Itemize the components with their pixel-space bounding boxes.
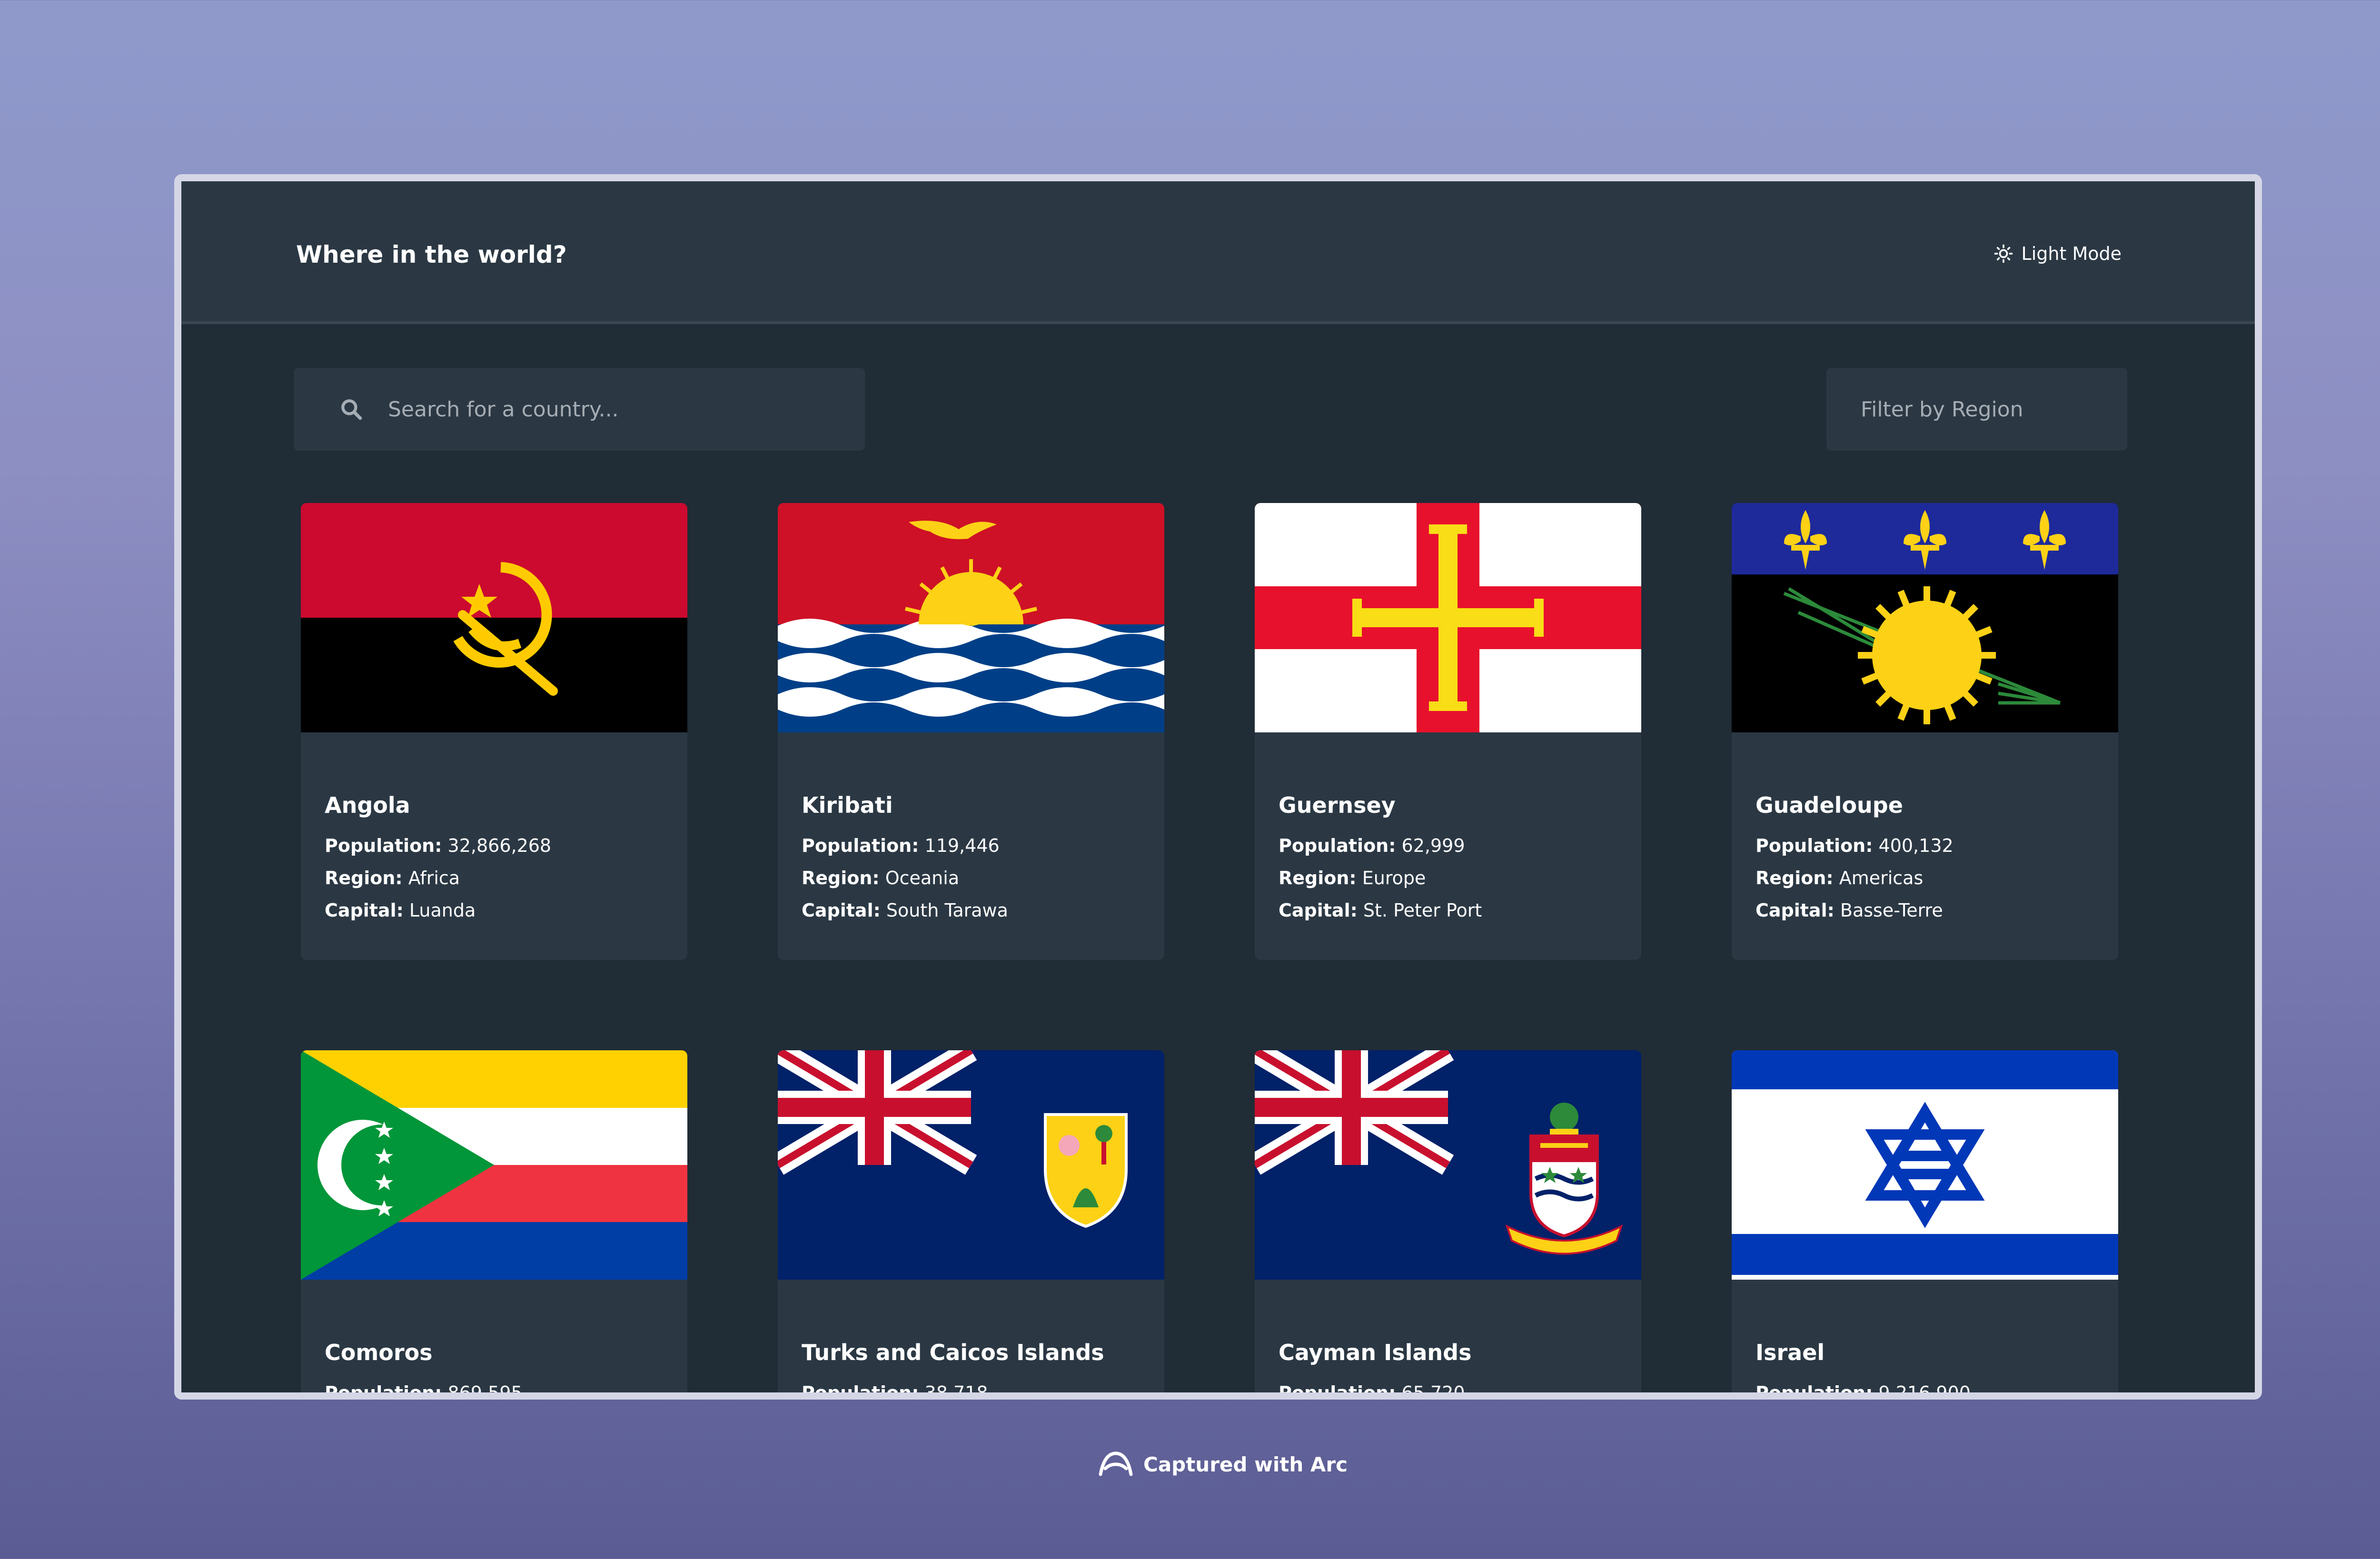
comoros-flag-icon (301, 1050, 687, 1280)
arc-logo-icon (1099, 1451, 1133, 1476)
country-card[interactable]: Angola Population: 32,866,268 Region: Af… (301, 503, 687, 960)
population-row: Population: 65,720 (1279, 1382, 1465, 1400)
country-card[interactable]: Kiribati Population: 119,446 Region: Oce… (778, 503, 1164, 960)
israel-flag-icon (1732, 1050, 2118, 1280)
search-box[interactable] (294, 368, 865, 451)
turks-caicos-flag-icon (778, 1050, 1164, 1280)
card-details: Guadeloupe Population: 400,132 Region: A… (1755, 792, 1954, 927)
kiribati-flag-icon (778, 503, 1164, 732)
cayman-flag-icon (1255, 1050, 1641, 1280)
region-row: Region: Americas (1755, 868, 1924, 888)
card-details: Turks and Caicos Islands Population: 38,… (802, 1340, 1104, 1400)
card-details: Israel Population: 9,216,900 (1755, 1340, 1971, 1400)
capital-row: Capital: South Tarawa (802, 900, 1008, 921)
population-row: Population: 400,132 (1755, 835, 1954, 856)
card-details: Cayman Islands Population: 65,720 (1279, 1340, 1472, 1400)
theme-toggle-label: Light Mode (2021, 243, 2122, 264)
country-card[interactable]: Comoros Population: 869,595 (301, 1050, 687, 1400)
capital-row: Capital: Luanda (325, 900, 476, 921)
country-name: Kiribati (802, 792, 893, 818)
search-input[interactable] (387, 396, 817, 422)
country-name: Comoros (325, 1340, 433, 1365)
footer-text: Captured with Arc (1143, 1452, 1348, 1476)
country-card[interactable]: Cayman Islands Population: 65,720 (1255, 1050, 1641, 1400)
region-row: Region: Europe (1279, 868, 1426, 888)
country-card[interactable]: Guernsey Population: 62,999 Region: Euro… (1255, 503, 1641, 960)
country-name: Cayman Islands (1279, 1340, 1472, 1365)
region-filter-select[interactable]: Filter by Region (1826, 368, 2127, 451)
population-row: Population: 9,216,900 (1755, 1382, 1971, 1400)
card-details: Guernsey Population: 62,999 Region: Euro… (1279, 792, 1482, 927)
angola-flag-icon (301, 503, 687, 732)
capital-row: Capital: St. Peter Port (1279, 900, 1482, 921)
guadeloupe-flag-icon (1732, 503, 2118, 732)
country-name: Guadeloupe (1755, 792, 1903, 818)
country-name: Israel (1755, 1340, 1825, 1365)
search-icon (341, 399, 362, 420)
country-card[interactable]: Turks and Caicos Islands Population: 38,… (778, 1050, 1164, 1400)
guernsey-flag-icon (1255, 503, 1641, 732)
population-row: Population: 32,866,268 (325, 835, 552, 856)
region-filter-label: Filter by Region (1861, 397, 2023, 422)
browser-window: Where in the world? Light Mode Filter by… (174, 174, 2262, 1400)
country-name: Guernsey (1279, 792, 1396, 818)
app-header: Where in the world? Light Mode (181, 181, 2255, 324)
population-row: Population: 119,446 (802, 835, 1000, 856)
population-row: Population: 869,595 (325, 1382, 523, 1400)
population-row: Population: 38,718 (802, 1382, 988, 1400)
country-card[interactable]: Israel Population: 9,216,900 (1732, 1050, 2118, 1400)
capture-footer: Captured with Arc (1098, 1450, 1348, 1479)
country-name: Turks and Caicos Islands (802, 1340, 1104, 1365)
population-row: Population: 62,999 (1279, 835, 1465, 856)
capital-row: Capital: Basse-Terre (1755, 900, 1943, 921)
region-row: Region: Africa (325, 868, 460, 888)
theme-toggle-button[interactable]: Light Mode (1994, 243, 2122, 264)
country-card[interactable]: Guadeloupe Population: 400,132 Region: A… (1732, 503, 2118, 960)
sun-icon (1994, 244, 2013, 263)
region-row: Region: Oceania (802, 868, 960, 888)
app-title[interactable]: Where in the world? (296, 241, 567, 268)
card-details: Comoros Population: 869,595 (325, 1340, 523, 1400)
card-details: Kiribati Population: 119,446 Region: Oce… (802, 792, 1008, 927)
country-name: Angola (325, 792, 410, 818)
card-details: Angola Population: 32,866,268 Region: Af… (325, 792, 551, 927)
